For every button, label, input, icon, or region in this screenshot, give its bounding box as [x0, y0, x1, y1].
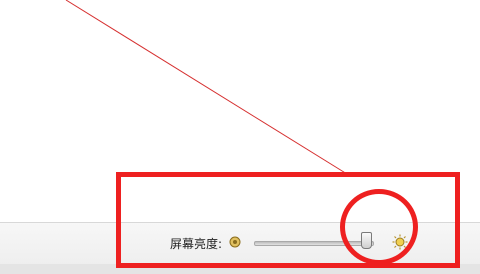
brightness-slider-track[interactable]: [254, 241, 374, 246]
screen: 屏幕亮度:: [0, 0, 480, 274]
brightness-low-icon: [229, 236, 241, 248]
status-bar-edge: [0, 264, 480, 274]
brightness-label: 屏幕亮度:: [170, 237, 223, 251]
brightness-slider-thumb[interactable]: [361, 232, 372, 249]
brightness-high-icon: [392, 234, 408, 250]
